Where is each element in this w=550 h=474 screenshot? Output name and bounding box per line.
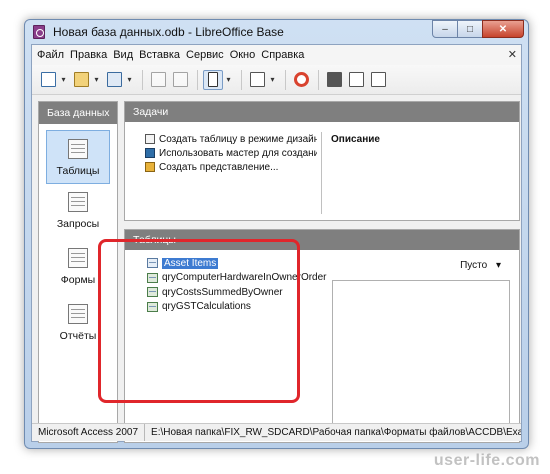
sidebar-item-label: Отчёты [59, 330, 97, 342]
copy-icon[interactable] [148, 70, 168, 90]
menu-view[interactable]: Вид [110, 49, 136, 61]
menu-edit[interactable]: Правка [67, 49, 110, 61]
open-dropdown-arrow[interactable]: ▾ [93, 75, 100, 84]
sidebar-item-queries[interactable]: Запросы [39, 184, 117, 240]
wizard-icon [145, 148, 155, 158]
save-icon[interactable] [104, 70, 124, 90]
edit-icon[interactable] [346, 70, 366, 90]
status-file-path: E:\Новая папка\FIX_RW_SDCARD\Рабочая пап… [151, 427, 521, 438]
report-icon[interactable] [368, 70, 388, 90]
status-bar: Microsoft Access 2007 E:\Новая папка\FIX… [32, 423, 521, 441]
menu-help[interactable]: Справка [258, 49, 307, 61]
tables-icon [68, 139, 88, 159]
task-label: Создать таблицу в режиме дизайна... [159, 133, 317, 145]
task-label: Создать представление... [159, 161, 279, 173]
help-icon[interactable] [291, 70, 311, 90]
sidebar-item-label: Запросы [56, 218, 100, 230]
sidebar-header: База данных [39, 102, 117, 124]
chevron-down-icon: ▾ [495, 260, 501, 271]
maximize-button[interactable]: □ [457, 20, 483, 38]
preview-area [332, 280, 510, 430]
paste-icon[interactable] [170, 70, 190, 90]
status-database-type: Microsoft Access 2007 [32, 424, 146, 441]
tasks-header: Задачи [125, 102, 519, 122]
task-label: Использовать мастер для создания та [159, 147, 317, 159]
new-document-icon[interactable] [38, 70, 58, 90]
minimize-button[interactable]: – [432, 20, 458, 38]
new-dropdown-arrow[interactable]: ▾ [60, 75, 67, 84]
description-title: Описание [331, 134, 380, 145]
reports-icon [68, 304, 88, 324]
table-design-task-icon [145, 134, 155, 144]
main-toolbar: ▾ ▾ ▾ ▾ ▾ [32, 65, 521, 95]
preview-mode-value: Пусто [460, 260, 488, 271]
menu-insert[interactable]: Вставка [136, 49, 183, 61]
menu-bar: Файл Правка Вид Вставка Сервис Окно Спра… [32, 45, 521, 65]
watermark: user-life.com [433, 452, 540, 469]
form-dropdown-arrow[interactable]: ▾ [269, 75, 276, 84]
close-window-button[interactable]: ✕ [482, 20, 524, 38]
libreoffice-base-icon [33, 25, 45, 39]
title-bar[interactable]: Новая база данных.odb - LibreOffice Base… [25, 20, 528, 44]
task-create-view[interactable]: Создать представление... [145, 160, 317, 174]
close-document-icon[interactable]: ✕ [508, 48, 517, 61]
table-design-icon[interactable] [324, 70, 344, 90]
red-highlight-box [98, 239, 300, 403]
tasks-divider [321, 132, 322, 214]
task-list: Создать таблицу в режиме дизайна... Испо… [145, 132, 317, 174]
queries-icon [68, 192, 88, 212]
forms-icon [68, 248, 88, 268]
preview-mode-dropdown[interactable]: Пусто ▾ [460, 260, 501, 271]
task-use-wizard[interactable]: Использовать мастер для создания та [145, 146, 317, 160]
menu-tools[interactable]: Сервис [183, 49, 227, 61]
tasks-panel: Задачи Создать таблицу в режиме дизайна.… [124, 101, 520, 221]
window-title: Новая база данных.odb - LibreOffice Base [53, 25, 284, 39]
selection-icon[interactable] [203, 69, 223, 90]
form-icon[interactable] [247, 70, 267, 90]
selection-dropdown-arrow[interactable]: ▾ [225, 75, 232, 84]
menu-window[interactable]: Окно [227, 49, 259, 61]
sidebar-item-tables[interactable]: Таблицы [46, 130, 110, 184]
save-dropdown-arrow[interactable]: ▾ [126, 75, 133, 84]
sidebar-item-label: Формы [60, 274, 96, 286]
view-icon [145, 162, 155, 172]
open-icon[interactable] [71, 70, 91, 90]
menu-file[interactable]: Файл [34, 49, 67, 61]
task-create-table-design[interactable]: Создать таблицу в режиме дизайна... [145, 132, 317, 146]
sidebar-item-label: Таблицы [56, 165, 100, 177]
